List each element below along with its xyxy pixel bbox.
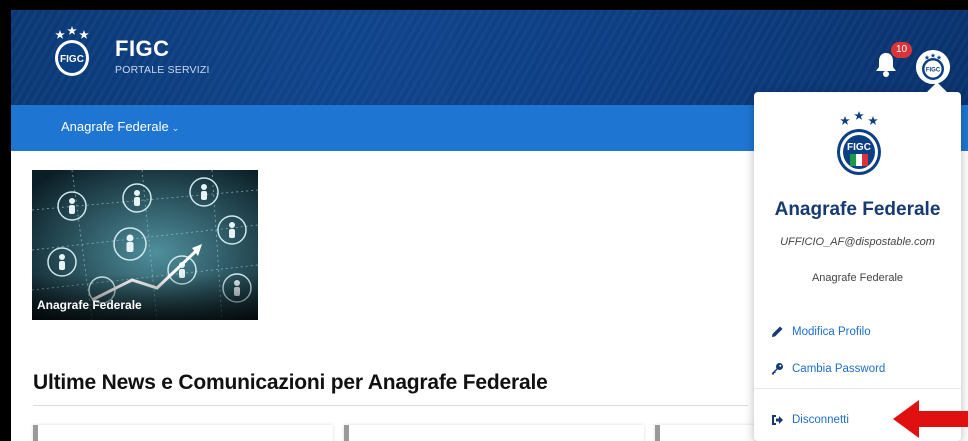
pencil-icon <box>772 326 783 337</box>
menu-item-label: Disconnetti <box>792 414 849 426</box>
news-card[interactable] <box>344 425 644 441</box>
nav-item-label: Anagrafe Federale <box>61 119 169 134</box>
top-header: FIGC FIGC PORTALE SERVIZI 10 FIGC <box>11 10 968 105</box>
service-tile-anagrafe-federale[interactable]: Anagrafe Federale <box>32 170 258 320</box>
figc-logo-icon[interactable]: FIGC <box>46 26 98 78</box>
news-card[interactable] <box>655 425 755 441</box>
figc-logo-icon: FIGC <box>837 111 881 175</box>
svg-text:FIGC: FIGC <box>60 54 84 65</box>
brand[interactable]: FIGC PORTALE SERVIZI <box>115 36 210 77</box>
menu-item-modifica-profilo[interactable]: Modifica Profilo <box>771 325 871 338</box>
menu-item-disconnetti[interactable]: Disconnetti <box>771 414 849 426</box>
svg-text:FIGC: FIGC <box>847 142 871 153</box>
page: FIGC FIGC PORTALE SERVIZI 10 FIGC Anagra… <box>11 10 968 441</box>
tile-label: Anagrafe Federale <box>37 298 142 312</box>
user-menu-dropdown: FIGC Anagrafe Federale UFFICIO_AF@dispos… <box>754 92 961 441</box>
nav-item-anagrafe-federale[interactable]: Anagrafe Federale ⌄ <box>61 119 179 134</box>
key-icon <box>772 363 783 375</box>
news-card[interactable] <box>33 425 333 441</box>
user-role: Anagrafe Federale <box>811 272 904 284</box>
tile-shade <box>32 274 258 320</box>
user-avatar-icon[interactable]: FIGC <box>916 50 950 84</box>
notification-badge[interactable]: 10 <box>891 42 912 58</box>
chevron-down-icon: ⌄ <box>171 123 180 133</box>
menu-item-label: Cambia Password <box>792 362 886 375</box>
svg-text:FIGC: FIGC <box>926 68 941 74</box>
divider <box>33 405 748 406</box>
brand-subtitle: PORTALE SERVIZI <box>115 64 210 76</box>
red-arrow-annotation <box>893 400 968 438</box>
sign-out-icon <box>772 415 783 425</box>
menu-item-cambia-password[interactable]: Cambia Password <box>771 362 885 375</box>
menu-divider <box>754 388 961 389</box>
news-section-title: Ultime News e Comunicazioni per Anagrafe… <box>33 371 548 394</box>
user-name: Anagrafe Federale <box>774 199 941 220</box>
brand-title: FIGC <box>115 36 170 61</box>
user-email: UFFICIO_AF@dispostable.com <box>780 236 935 248</box>
menu-item-label: Modifica Profilo <box>792 325 871 338</box>
